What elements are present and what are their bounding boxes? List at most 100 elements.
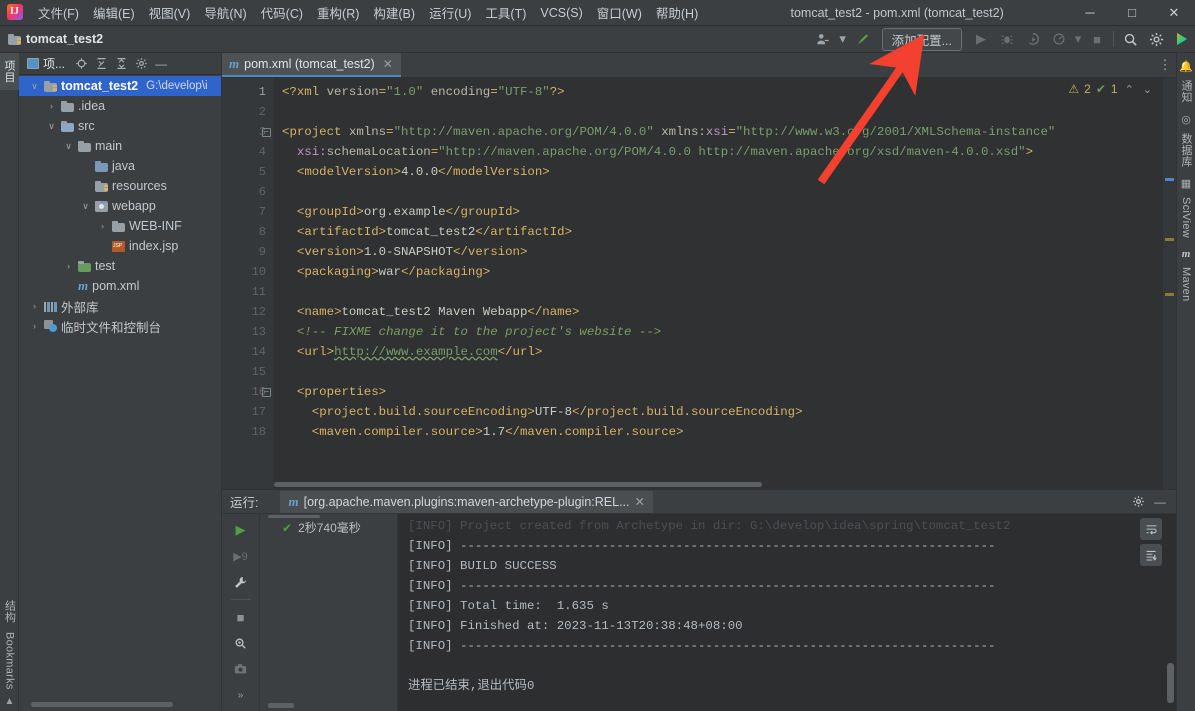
fold-toggle-icon[interactable]: − [261,387,272,398]
code-line[interactable]: <?xml version="1.0" encoding="UTF-8"?> [274,82,1176,102]
expand-run-toolbar-icon[interactable]: » [228,683,254,707]
code-line[interactable]: <project.build.sourceEncoding>UTF-8</pro… [274,402,1176,422]
gutter-line-number[interactable]: 6 [222,182,274,202]
console-output[interactable]: [INFO] Project created from Archetype in… [398,514,1176,711]
tool-database[interactable]: ◎ 数据库 [1178,110,1194,174]
menu-edit[interactable]: 编辑(E) [86,0,142,25]
code-line[interactable]: <groupId>org.example</groupId> [274,202,1176,222]
stop-icon[interactable]: ■ [1084,28,1110,50]
expand-all-icon[interactable] [91,55,111,73]
tree-expand-arrow[interactable]: › [29,321,40,331]
code-line[interactable]: <!-- FIXME change it to the project's we… [274,322,1176,342]
editor-options-icon[interactable]: ⋮ [1154,53,1176,77]
code-line[interactable]: <version>1.0-SNAPSHOT</version> [274,242,1176,262]
menu-view[interactable]: 视图(V) [142,0,198,25]
gutter-line-number[interactable]: 9 [222,242,274,262]
gutter-line-number[interactable]: 13 [222,322,274,342]
tree-expand-arrow[interactable]: › [63,261,74,271]
minimize-button[interactable]: ─ [1069,0,1111,26]
gutter-line-number[interactable]: 7 [222,202,274,222]
user-dropdown-icon[interactable]: ▾ [836,28,850,50]
gutter-line-number[interactable]: 3− [222,122,274,142]
code-line[interactable]: <modelVersion>4.0.0</modelVersion> [274,162,1176,182]
menu-tools[interactable]: 工具(T) [478,0,533,25]
editor-tab-pom-xml[interactable]: m pom.xml (tomcat_test2) ✕ [222,53,401,77]
bookmarks-strip-label[interactable]: Bookmarks [4,628,16,694]
tree-item-test[interactable]: › test [19,256,221,276]
rerun-failed-icon[interactable]: ▶9 [228,544,254,568]
tree-item-index-jsp[interactable]: index.jsp [19,236,221,256]
tree-item----[interactable]: › 外部库 [19,296,221,316]
menu-vcs[interactable]: VCS(S) [533,3,589,23]
window-controls[interactable]: ─ □ ✕ [1069,0,1195,26]
search-icon[interactable] [1117,28,1143,50]
tree-item-tomcat-test2[interactable]: ∨ tomcat_test2 G:\develop\i [19,76,221,96]
print-snapshot-icon[interactable] [228,657,254,681]
editor-code[interactable]: <?xml version="1.0" encoding="UTF-8"?> <… [274,78,1176,489]
run-tree-hscrollbar[interactable] [268,703,294,708]
run-tree-panel[interactable]: ✔ 2秒740毫秒 [260,514,398,711]
code-line[interactable]: <url>http://www.example.com</url> [274,342,1176,362]
menu-file[interactable]: 文件(F) [31,0,86,25]
debug-icon[interactable] [994,28,1020,50]
gutter-line-number[interactable]: 8 [222,222,274,242]
gutter-line-number[interactable]: 17 [222,402,274,422]
maximize-button[interactable]: □ [1111,0,1153,26]
tree-item--idea[interactable]: › .idea [19,96,221,116]
gutter-line-number[interactable]: 4 [222,142,274,162]
user-avatar-icon[interactable] [810,28,836,50]
tree-item-src[interactable]: ∨ src [19,116,221,136]
console-vscrollbar[interactable] [1167,663,1174,703]
tool-notifications[interactable]: 🔔 通知 [1178,57,1194,110]
close-button[interactable]: ✕ [1153,0,1195,26]
next-problem-icon[interactable]: ⌄ [1141,83,1154,96]
run-settings-gear-icon[interactable] [1128,493,1148,511]
tree-item-pom-xml[interactable]: m pom.xml [19,276,221,296]
inspection-widget[interactable]: ⚠ 2 ✔ 1 ⌃ ⌄ [1068,82,1154,96]
tree-item-main[interactable]: ∨ main [19,136,221,156]
gutter-line-number[interactable]: 1 [222,82,274,102]
hide-run-window-icon[interactable]: — [1150,493,1170,511]
code-line[interactable] [274,362,1176,382]
code-line[interactable] [274,182,1176,202]
tool-maven[interactable]: m Maven [1180,245,1192,309]
run-icon[interactable]: ▶ [968,28,994,50]
run-with-coverage-icon[interactable] [1020,28,1046,50]
locate-file-icon[interactable] [71,55,91,73]
add-configuration-button[interactable]: 添加配置... [881,27,962,51]
project-settings-gear-icon[interactable] [131,55,151,73]
project-tree[interactable]: ∨ tomcat_test2 G:\develop\i › .idea ∨ src ∨ main… [19,75,221,702]
sidebar-item-project[interactable]: 项目 [0,53,19,90]
gutter-line-number[interactable]: 11 [222,282,274,302]
close-run-tab-icon[interactable]: ✕ [635,494,645,509]
structure-strip-label[interactable]: 结构 [2,596,18,627]
profile-icon[interactable] [1046,28,1072,50]
tree-expand-arrow[interactable]: › [46,101,57,111]
build-hammer-icon[interactable] [850,28,876,50]
code-line[interactable] [274,102,1176,122]
idea-logo-icon[interactable] [1169,28,1195,50]
editor-gutter[interactable]: 1 2 3−4 5 6 7 8 9 10 11 12 13 14 15 16−17 18 [222,78,274,489]
code-line[interactable]: <project xmlns="http://maven.apache.org/… [274,122,1176,142]
code-line[interactable]: <properties> [274,382,1176,402]
close-tab-icon[interactable]: ✕ [383,57,393,71]
code-line[interactable]: <artifactId>tomcat_test2</artifactId> [274,222,1176,242]
tool-sciview[interactable]: ▦ SciView [1180,174,1192,245]
tree-expand-arrow[interactable]: › [29,301,40,311]
project-tree-hscrollbar[interactable] [19,702,221,711]
gutter-line-number[interactable]: 5 [222,162,274,182]
code-line[interactable]: <maven.compiler.source>1.7</maven.compil… [274,422,1176,442]
editor-hscrollbar[interactable] [274,482,1162,489]
code-line[interactable]: xsi:schemaLocation="http://maven.apache.… [274,142,1176,162]
run-tab[interactable]: m [org.apache.maven.plugins:maven-archet… [280,490,653,513]
tree-item-web-inf[interactable]: › WEB-INF [19,216,221,236]
project-chip[interactable]: tomcat_test2 [4,30,111,48]
gutter-line-number[interactable]: 15 [222,362,274,382]
code-line[interactable]: <name>tomcat_test2 Maven Webapp</name> [274,302,1176,322]
tree-item-java[interactable]: java [19,156,221,176]
code-line[interactable] [274,282,1176,302]
tree-expand-arrow[interactable]: ∨ [63,141,74,152]
hide-panel-icon[interactable]: — [151,55,171,73]
menu-help[interactable]: 帮助(H) [649,0,705,25]
gutter-line-number[interactable]: 16− [222,382,274,402]
